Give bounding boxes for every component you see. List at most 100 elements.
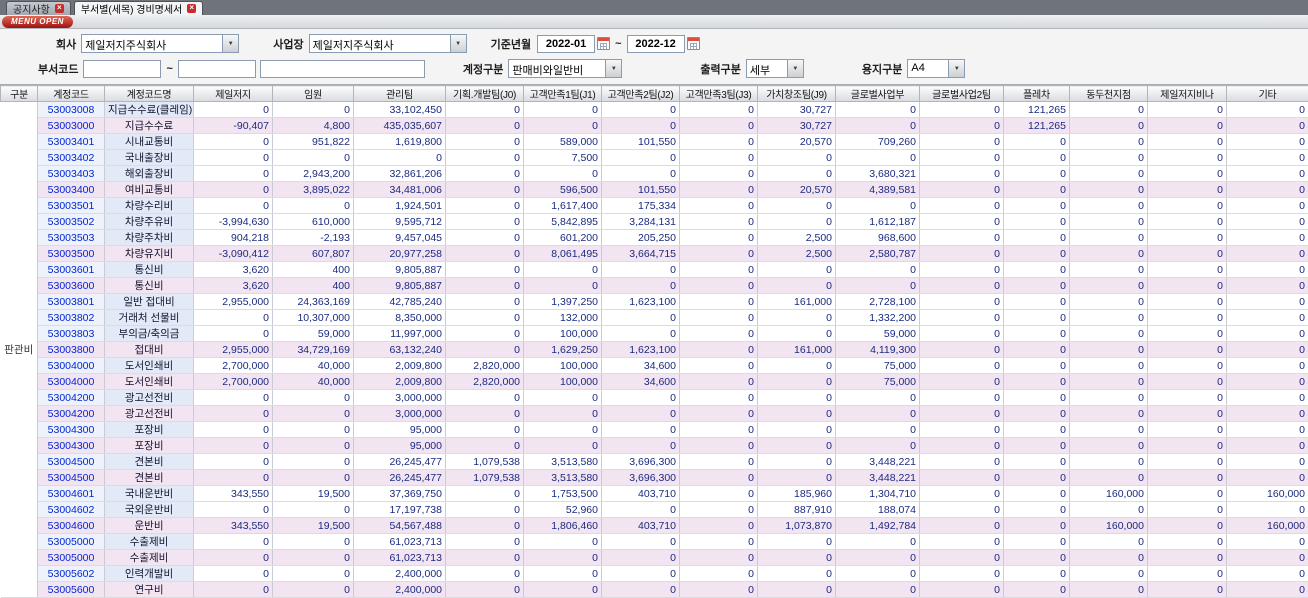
value-cell[interactable]: 1,623,100: [601, 293, 680, 310]
value-cell[interactable]: 0: [679, 309, 758, 326]
value-cell[interactable]: 343,550: [193, 517, 273, 534]
value-cell[interactable]: 0: [1069, 341, 1148, 358]
calendar-icon[interactable]: [597, 37, 611, 50]
chevron-down-icon[interactable]: ▼: [449, 35, 466, 52]
value-cell[interactable]: 160,000: [1226, 517, 1308, 534]
value-cell[interactable]: 2,009,800: [353, 373, 446, 390]
account-name-cell[interactable]: 수출제비: [104, 549, 194, 566]
value-cell[interactable]: 0: [835, 533, 920, 550]
value-cell[interactable]: 0: [1003, 197, 1070, 214]
value-cell[interactable]: 0: [445, 517, 524, 534]
account-name-cell[interactable]: 연구비: [104, 581, 194, 598]
value-cell[interactable]: 0: [445, 261, 524, 278]
value-cell[interactable]: 0: [1147, 485, 1227, 502]
value-cell[interactable]: 403,710: [601, 517, 680, 534]
account-code-cell[interactable]: 53004500: [37, 453, 105, 470]
value-cell[interactable]: 52,960: [523, 501, 602, 518]
value-cell[interactable]: 61,023,713: [353, 533, 446, 550]
table-row[interactable]: 53003501 차량수리비 0 0 1,924,501 0 1,617,400 175,33…: [1, 197, 1308, 214]
value-cell[interactable]: 2,820,000: [445, 373, 524, 390]
column-header[interactable]: 동두천지점: [1069, 85, 1148, 102]
value-cell[interactable]: 0: [919, 453, 1004, 470]
value-cell[interactable]: 2,700,000: [193, 373, 273, 390]
table-row[interactable]: 53003402 국내출장비 0 0 0 0 7,500 0 0 0 0 0 0 0 0 0: [1, 149, 1308, 166]
value-cell[interactable]: 3,000,000: [353, 405, 446, 422]
value-cell[interactable]: 0: [445, 437, 524, 454]
table-row[interactable]: 53003800 접대비 2,955,000 34,729,169 63,132,240…: [1, 341, 1308, 358]
value-cell[interactable]: 0: [1069, 453, 1148, 470]
value-cell[interactable]: 0: [1147, 149, 1227, 166]
chevron-down-icon[interactable]: ▼: [786, 60, 803, 77]
value-cell[interactable]: 26,245,477: [353, 453, 446, 470]
value-cell[interactable]: 0: [445, 581, 524, 598]
value-cell[interactable]: 0: [757, 309, 836, 326]
table-row[interactable]: 53004601 국내운반비 343,550 19,500 37,369,750 0 1,7…: [1, 485, 1308, 502]
value-cell[interactable]: 400: [272, 261, 354, 278]
value-cell[interactable]: 0: [445, 293, 524, 310]
table-row[interactable]: 53004500 견본비 0 0 26,245,477 1,079,538 3,513,58…: [1, 453, 1308, 470]
value-cell[interactable]: 0: [1147, 421, 1227, 438]
value-cell[interactable]: 0: [835, 437, 920, 454]
tab-expense-report[interactable]: 부서별(세목) 경비명세서 ×: [73, 1, 204, 16]
value-cell[interactable]: 0: [679, 277, 758, 294]
value-cell[interactable]: 0: [1226, 101, 1308, 118]
value-cell[interactable]: 59,000: [835, 325, 920, 342]
value-cell[interactable]: 0: [679, 245, 758, 262]
value-cell[interactable]: 0: [1003, 485, 1070, 502]
value-cell[interactable]: 3,000,000: [353, 389, 446, 406]
account-code-cell[interactable]: 53004300: [37, 421, 105, 438]
value-cell[interactable]: 0: [835, 261, 920, 278]
value-cell[interactable]: 30,727: [757, 117, 836, 134]
value-cell[interactable]: 0: [1147, 197, 1227, 214]
value-cell[interactable]: 0: [445, 565, 524, 582]
value-cell[interactable]: 37,369,750: [353, 485, 446, 502]
value-cell[interactable]: 0: [523, 165, 602, 182]
value-cell[interactable]: 0: [757, 469, 836, 486]
value-cell[interactable]: 0: [1003, 261, 1070, 278]
column-header[interactable]: 글로벌사업부: [835, 85, 920, 102]
value-cell[interactable]: 0: [1003, 133, 1070, 150]
value-cell[interactable]: 0: [919, 533, 1004, 550]
value-cell[interactable]: 968,600: [835, 229, 920, 246]
value-cell[interactable]: 0: [1003, 565, 1070, 582]
value-cell[interactable]: 175,334: [601, 197, 680, 214]
value-cell[interactable]: 32,861,206: [353, 165, 446, 182]
value-cell[interactable]: 2,955,000: [193, 293, 273, 310]
close-icon[interactable]: ×: [187, 4, 197, 13]
value-cell[interactable]: 0: [193, 165, 273, 182]
value-cell[interactable]: 121,265: [1003, 101, 1070, 118]
value-cell[interactable]: 24,363,169: [272, 293, 354, 310]
value-cell[interactable]: 0: [919, 213, 1004, 230]
value-cell[interactable]: 596,500: [523, 181, 602, 198]
close-icon[interactable]: ×: [54, 4, 64, 13]
value-cell[interactable]: 0: [1003, 469, 1070, 486]
value-cell[interactable]: 0: [1226, 565, 1308, 582]
value-cell[interactable]: 0: [1226, 197, 1308, 214]
value-cell[interactable]: 0: [919, 357, 1004, 374]
value-cell[interactable]: 0: [193, 453, 273, 470]
value-cell[interactable]: 11,997,000: [353, 325, 446, 342]
value-cell[interactable]: 1,397,250: [523, 293, 602, 310]
value-cell[interactable]: 0: [1226, 325, 1308, 342]
value-cell[interactable]: 0: [272, 581, 354, 598]
value-cell[interactable]: 3,680,321: [835, 165, 920, 182]
value-cell[interactable]: 0: [445, 533, 524, 550]
value-cell[interactable]: 161,000: [757, 293, 836, 310]
account-name-cell[interactable]: 도서인쇄비: [104, 373, 194, 390]
value-cell[interactable]: 0: [1069, 581, 1148, 598]
value-cell[interactable]: 0: [601, 117, 680, 134]
value-cell[interactable]: 0: [1226, 389, 1308, 406]
value-cell[interactable]: 0: [757, 213, 836, 230]
value-cell[interactable]: 0: [919, 229, 1004, 246]
value-cell[interactable]: 0: [679, 325, 758, 342]
value-cell[interactable]: 0: [601, 565, 680, 582]
table-row[interactable]: 53003802 거래처 선물비 0 10,307,000 8,350,000 0 132,…: [1, 309, 1308, 326]
value-cell[interactable]: 0: [1147, 309, 1227, 326]
value-cell[interactable]: 2,400,000: [353, 565, 446, 582]
value-cell[interactable]: 59,000: [272, 325, 354, 342]
value-cell[interactable]: 0: [919, 565, 1004, 582]
value-cell[interactable]: 0: [1226, 245, 1308, 262]
value-cell[interactable]: 0: [1069, 389, 1148, 406]
column-header[interactable]: 관리팀: [353, 85, 446, 102]
value-cell[interactable]: 343,550: [193, 485, 273, 502]
